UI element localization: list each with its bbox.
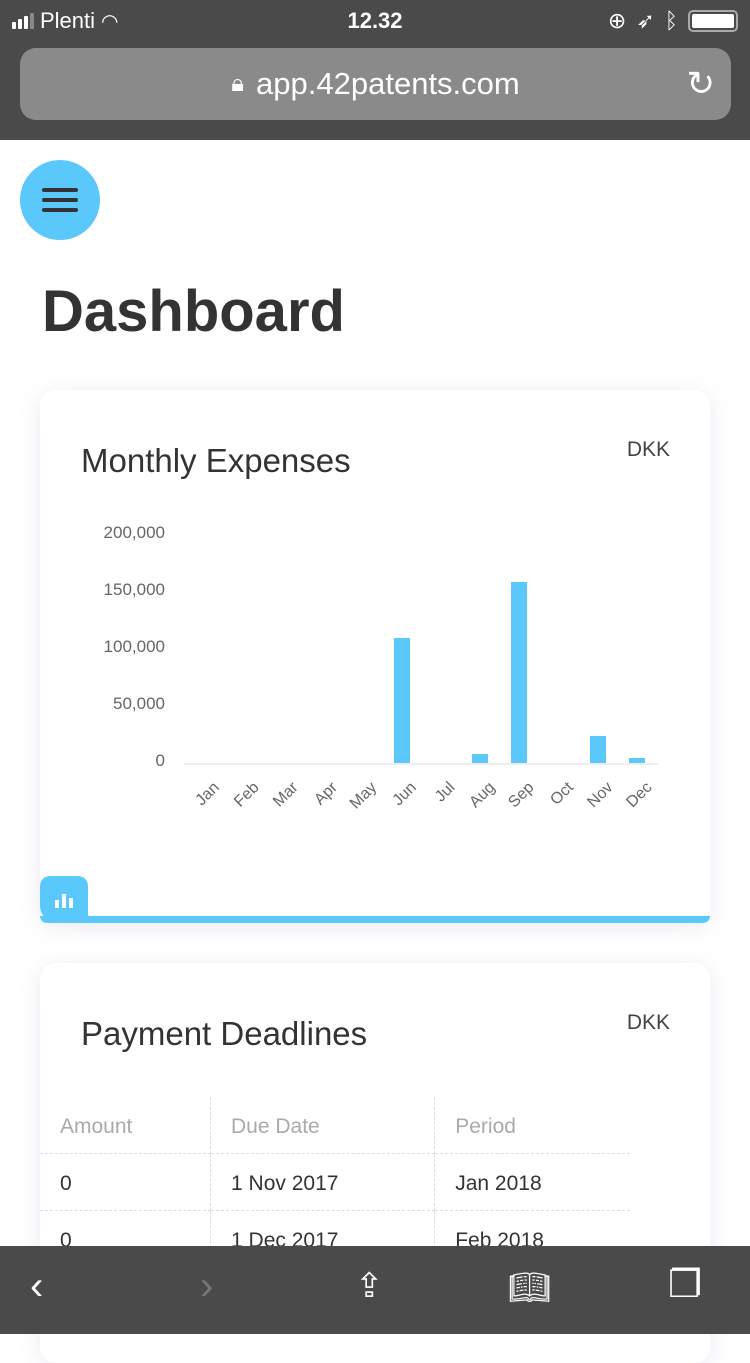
y-tick-label: 150,000: [103, 580, 165, 599]
table-row[interactable]: 01 Nov 2017 Jan 2018: [40, 1153, 630, 1211]
card-title: Payment Deadlines: [81, 1015, 368, 1052]
currency-label: DKK: [626, 438, 670, 461]
x-tick-label: May: [346, 779, 381, 813]
browser-chrome: Plenti ◠ 12.32 ⊕ ➶ ᛒ 🔒︎ app.42patents.co…: [0, 0, 750, 140]
battery-icon: [688, 10, 738, 32]
reload-icon[interactable]: ↻: [687, 64, 716, 104]
monthly-expenses-card: Monthly Expenses DKK 200,000 150,000 100,0…: [40, 390, 710, 923]
x-tick-label: Apr: [311, 779, 341, 809]
col-period: Period: [434, 1097, 630, 1154]
card-accent-line: [40, 916, 710, 923]
tabs-icon[interactable]: ❐: [668, 1262, 702, 1307]
bar-nov[interactable]: [590, 735, 606, 763]
share-icon[interactable]: ⇪: [355, 1266, 384, 1306]
bar-jun[interactable]: [393, 637, 410, 763]
lock-icon: 🔒︎: [231, 70, 245, 97]
x-tick-label: Jan: [192, 779, 224, 810]
x-tick-label: Jun: [389, 779, 420, 810]
location-icon: ➶: [636, 8, 655, 33]
y-tick-label: 200,000: [103, 523, 165, 542]
x-tick-label: Dec: [623, 779, 656, 812]
url-text: app.42patents.com: [256, 66, 520, 101]
rotation-lock-icon: ⊕: [607, 8, 627, 33]
due-date: 1 Nov 2017: [210, 1153, 436, 1211]
x-tick-label: Jul: [432, 779, 459, 806]
deadlines-table: Amount Due Date Period 01 Nov 2017 Jan 2018…: [40, 1097, 630, 1268]
x-tick-label: Nov: [583, 779, 617, 812]
period: Jan 2018: [434, 1153, 630, 1211]
browser-toolbar: ‹ › ⇪ 📖︎ ❐: [0, 1246, 750, 1334]
x-tick-label: Aug: [465, 779, 499, 812]
x-tick-label: Feb: [230, 779, 263, 811]
bluetooth-icon: ᛒ: [664, 8, 678, 33]
chart-icon: [55, 900, 59, 908]
bar-aug[interactable]: [472, 753, 489, 763]
bookmarks-icon[interactable]: 📖︎: [508, 1268, 551, 1308]
forward-icon[interactable]: ›: [200, 1264, 213, 1309]
col-amount: Amount: [40, 1097, 212, 1154]
menu-button[interactable]: [20, 160, 100, 240]
col-due-date: Due Date: [210, 1097, 436, 1154]
card-title: Monthly Expenses: [81, 442, 351, 479]
y-tick-label: 100,000: [103, 637, 165, 656]
x-tick-label: Mar: [270, 779, 302, 811]
x-axis: [184, 763, 658, 765]
y-tick-label: 0: [155, 751, 165, 770]
x-tick-label: Oct: [547, 779, 577, 809]
amount: 0: [40, 1153, 212, 1211]
page-title: Dashboard: [42, 279, 345, 344]
back-icon[interactable]: ‹: [30, 1264, 43, 1309]
y-tick-label: 50,000: [113, 694, 165, 713]
bar-dec[interactable]: [629, 758, 646, 763]
address-bar[interactable]: 🔒︎ app.42patents.com ↻: [20, 48, 731, 120]
currency-label: DKK: [626, 1011, 670, 1034]
status-bar: Plenti ◠ 12.32 ⊕ ➶ ᛒ: [0, 6, 750, 38]
x-tick-label: Sep: [505, 779, 538, 812]
bar-sep[interactable]: [511, 581, 528, 763]
